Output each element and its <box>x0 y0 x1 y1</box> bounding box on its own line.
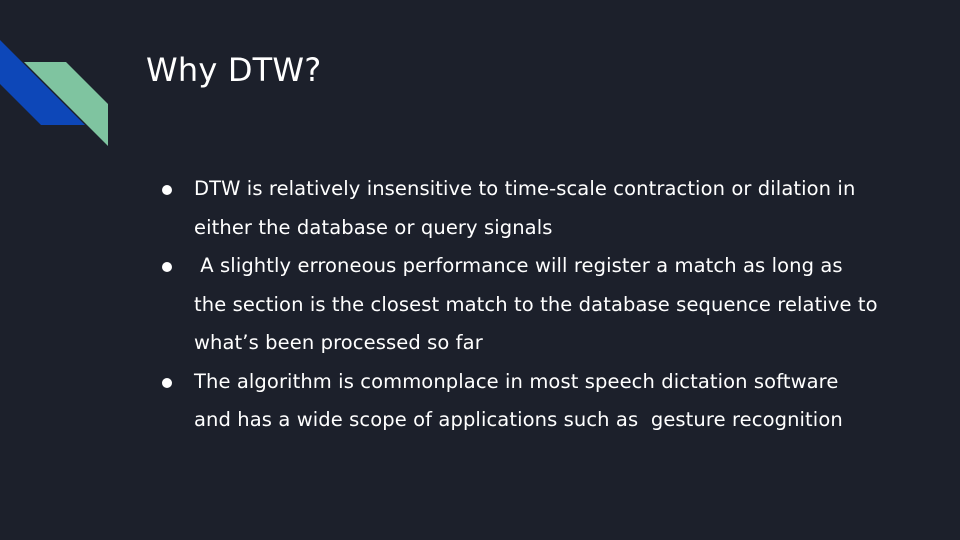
bullet-list: DTW is relatively insensitive to time-sc… <box>160 170 880 440</box>
bullet-dot-icon <box>162 262 172 272</box>
bullet-text: The algorithm is commonplace in most spe… <box>194 369 843 432</box>
bullet-text: DTW is relatively insensitive to time-sc… <box>194 177 856 239</box>
bullet-item: The algorithm is commonplace in most spe… <box>160 363 880 440</box>
bullet-item: DTW is relatively insensitive to time-sc… <box>160 170 880 247</box>
bullet-item: A slightly erroneous performance will re… <box>160 247 880 363</box>
corner-accent-shapes <box>0 40 108 146</box>
slide-title: Why DTW? <box>146 51 322 89</box>
bullet-text: A slightly erroneous performance will re… <box>194 254 878 354</box>
bullet-dot-icon <box>162 377 172 388</box>
slide: Why DTW? DTW is relatively insensitive t… <box>0 0 960 540</box>
bullet-dot-icon <box>162 185 172 195</box>
